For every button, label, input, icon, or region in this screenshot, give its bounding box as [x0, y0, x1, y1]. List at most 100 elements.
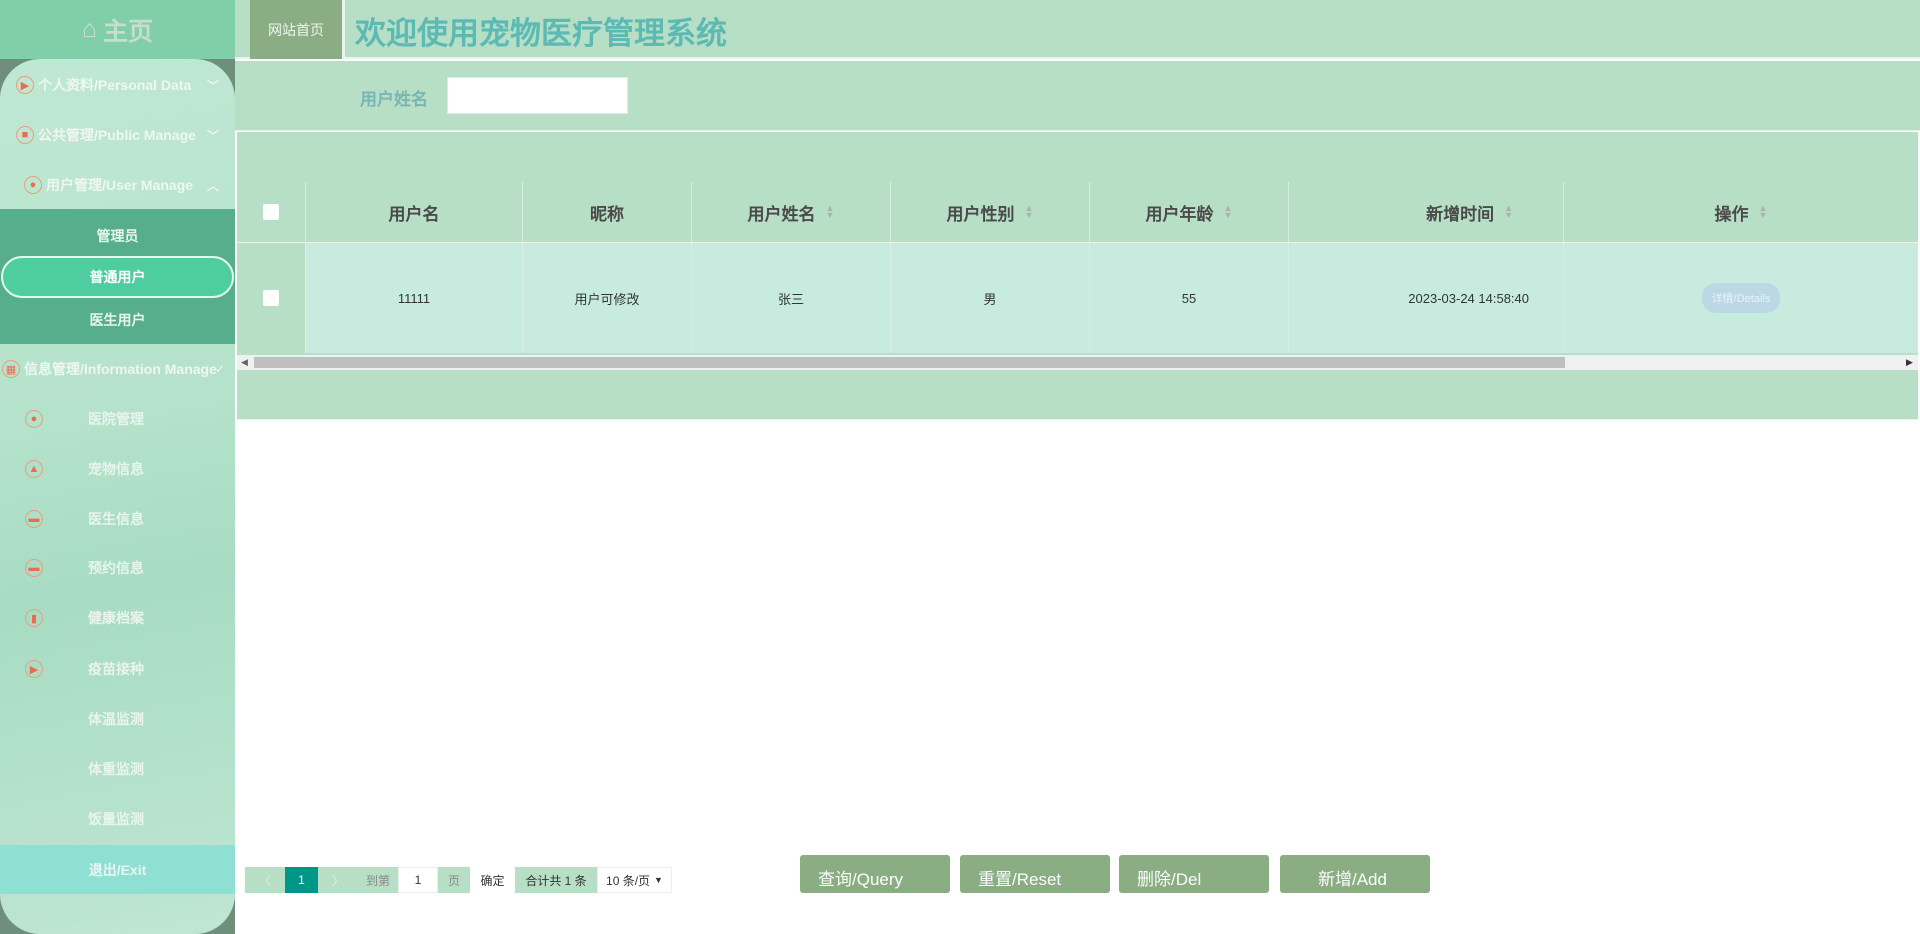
site-home-button[interactable]: 网站首页 [250, 0, 345, 59]
menu-public-manage[interactable]: ■ 公共管理/Public Manage ﹀ [0, 120, 235, 150]
prev-page-button[interactable]: 〈 [245, 867, 285, 893]
submenu-doctor-user[interactable]: 医生用户 [0, 310, 235, 330]
info-item-temperature[interactable]: 体温监测 [0, 704, 235, 734]
column-header: 昵称 [523, 182, 692, 242]
column-label: 用户姓名 [747, 204, 816, 224]
item-label: 医院管理 [88, 411, 144, 427]
delete-button[interactable]: 删除/Del [1119, 855, 1269, 893]
menu-label: 用户管理/User Manage [46, 177, 194, 193]
item-label: 健康档案 [88, 610, 144, 626]
details-button[interactable]: 详情/Details [1701, 283, 1781, 313]
column-header[interactable]: 新增时间 ▲ ▼ [1289, 182, 1564, 242]
cell-username: 11111 [306, 242, 523, 353]
column-label: 新增时间 [1426, 204, 1495, 224]
query-button[interactable]: 查询/Query [800, 855, 950, 893]
page-1[interactable]: 1 [285, 867, 318, 893]
column-label: 用户年龄 [1145, 204, 1214, 224]
add-button[interactable]: 新增/Add [1280, 855, 1430, 893]
info-item-appetite[interactable]: 饭量监测 [0, 804, 235, 834]
reset-button[interactable]: 重置/Reset [960, 855, 1110, 893]
navigation-icon: ▲ [25, 460, 43, 478]
windows-icon: ▦ [2, 360, 20, 378]
column-header[interactable]: 用户年龄 ▲ ▼ [1090, 182, 1289, 242]
scroll-right-icon[interactable]: ▶ [1906, 357, 1913, 368]
video-icon: ▶ [25, 660, 43, 678]
info-item-pet[interactable]: ▲ 宠物信息 [0, 454, 235, 484]
cell-actions: 详情/Details [1564, 242, 1918, 353]
sort-icon[interactable]: ▲ ▼ [1504, 204, 1513, 220]
column-label: 用户名 [388, 204, 440, 224]
goto-label: 到第 [358, 867, 398, 893]
column-label: 用户性别 [946, 204, 1015, 224]
chevron-down-icon: ▼ [654, 875, 663, 885]
item-label: 宠物信息 [88, 461, 144, 477]
menu-label: 信息管理/Information Manage [24, 361, 217, 377]
page-title: 欢迎使用宠物医疗管理系统 [355, 16, 727, 51]
column-header: 用户名 [306, 182, 523, 242]
column-label: 昵称 [590, 204, 624, 224]
user-icon: ● [24, 176, 42, 194]
bulb-icon: ● [25, 410, 43, 428]
menu-user-manage[interactable]: ● 用户管理/User Manage ︿ [0, 170, 235, 200]
select-all-cell [237, 182, 306, 242]
search-label: 用户姓名 [360, 90, 428, 109]
info-item-vaccine[interactable]: ▶ 疫苗接种 [0, 654, 235, 684]
item-label: 饭量监测 [88, 811, 144, 827]
page-size-value: 10 条/页 [606, 873, 651, 888]
sort-icon[interactable]: ▲ ▼ [1224, 204, 1233, 220]
item-label: 疫苗接种 [88, 661, 144, 677]
page-unit: 页 [438, 867, 470, 893]
cell-created-time: 2023-03-24 14:58:40 [1289, 242, 1564, 353]
info-item-health-record[interactable]: ▮ 健康档案 [0, 603, 235, 633]
goto-page-input[interactable]: 1 [398, 867, 438, 893]
search-input[interactable] [447, 77, 628, 114]
info-item-hospital[interactable]: ● 医院管理 [0, 404, 235, 434]
chevron-up-icon: ︿ [206, 178, 219, 193]
item-label: 预约信息 [88, 560, 144, 576]
menu-label: 公共管理/Public Manage [38, 127, 196, 143]
sort-icon[interactable]: ▲ ▼ [1025, 204, 1034, 220]
sort-icon[interactable]: ▲ ▼ [826, 204, 835, 220]
column-header[interactable]: 用户姓名 ▲ ▼ [692, 182, 891, 242]
home-label: 主页 [103, 17, 154, 46]
chevron-down-icon: ﹀ [206, 78, 219, 93]
column-header[interactable]: 操作 ▲ ▼ [1564, 182, 1918, 242]
select-all-checkbox[interactable] [263, 204, 279, 220]
flag-icon: ▶ [16, 76, 34, 94]
scroll-left-icon[interactable]: ◀ [241, 357, 248, 368]
chevron-down-icon: ✓ [214, 362, 225, 376]
table-footer [237, 370, 1918, 420]
gamepad-icon: ■ [16, 126, 34, 144]
cell-gender: 男 [891, 242, 1090, 353]
document-icon: ▮ [25, 609, 43, 627]
exit-button[interactable]: 退出/Exit [0, 845, 235, 894]
chat-icon: ▬ [25, 559, 43, 577]
item-label: 体重监测 [88, 761, 144, 777]
submenu-admin[interactable]: 管理员 [0, 226, 235, 246]
row-select-cell [237, 242, 306, 353]
page-size-select[interactable]: 10 条/页 ▼ [597, 867, 672, 893]
item-label: 医生信息 [88, 511, 144, 527]
info-item-appointment[interactable]: ▬ 预约信息 [0, 553, 235, 583]
menu-label: 个人资料/Personal Data [38, 77, 192, 93]
column-label: 操作 [1714, 204, 1749, 224]
sidebar-home[interactable]: ⌂ 主页 [0, 0, 235, 59]
column-header[interactable]: 用户性别 ▲ ▼ [891, 182, 1090, 242]
cell-name: 张三 [692, 242, 891, 353]
home-icon: ⌂ [81, 15, 98, 43]
row-checkbox[interactable] [263, 290, 279, 306]
next-page-button[interactable]: 〉 [318, 867, 358, 893]
menu-information-manage[interactable]: ▦ 信息管理/Information Manage ✓ [0, 354, 235, 384]
cell-nickname: 用户可修改 [523, 242, 692, 353]
goto-confirm-button[interactable]: 确定 [470, 867, 515, 893]
info-item-doctor[interactable]: ▬ 医生信息 [0, 504, 235, 534]
card-icon: ▬ [25, 510, 43, 528]
submenu-normal-user[interactable]: 普通用户 [1, 256, 234, 298]
cell-age: 55 [1090, 242, 1289, 353]
chevron-down-icon: ﹀ [206, 128, 219, 143]
sort-icon[interactable]: ▲ ▼ [1759, 204, 1768, 220]
total-count: 合计共 1 条 [515, 867, 597, 893]
info-item-weight[interactable]: 体重监测 [0, 754, 235, 784]
scrollbar-thumb[interactable] [254, 357, 1565, 368]
menu-personal-data[interactable]: ▶ 个人资料/Personal Data ﹀ [0, 70, 235, 100]
